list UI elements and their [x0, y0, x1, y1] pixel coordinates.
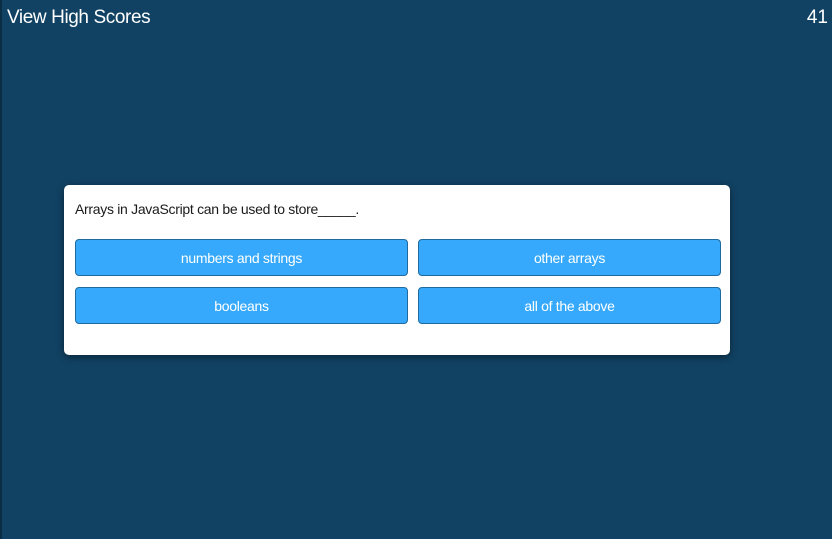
- view-high-scores-link[interactable]: View High Scores: [7, 7, 151, 29]
- answer-button-3[interactable]: booleans: [75, 287, 408, 324]
- top-bar: View High Scores 41: [2, 0, 832, 36]
- timer-display: 41: [806, 7, 828, 28]
- answer-button-4[interactable]: all of the above: [418, 287, 721, 324]
- answer-button-1[interactable]: numbers and strings: [75, 239, 408, 276]
- answer-button-2[interactable]: other arrays: [418, 239, 721, 276]
- question-card: Arrays in JavaScript can be used to stor…: [64, 185, 730, 355]
- question-text: Arrays in JavaScript can be used to stor…: [75, 201, 359, 217]
